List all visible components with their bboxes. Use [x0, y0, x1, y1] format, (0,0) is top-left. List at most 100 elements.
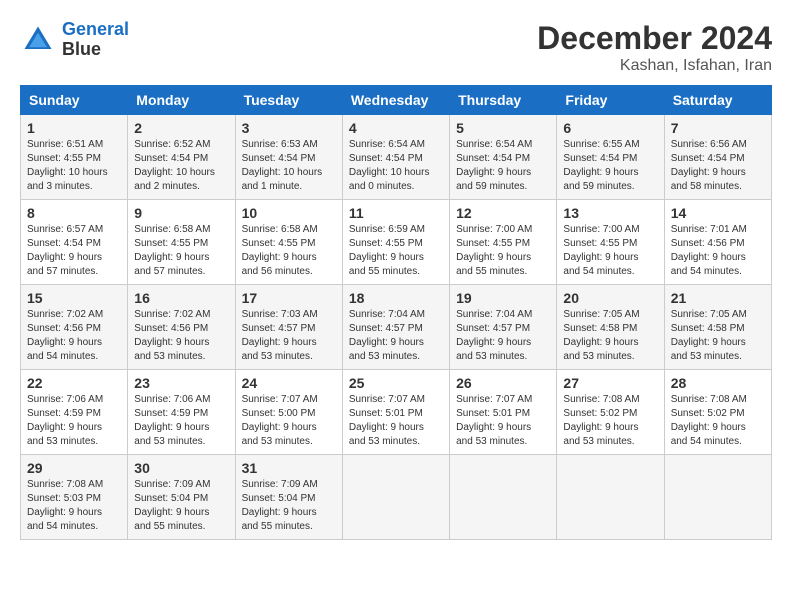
- day-info: Sunrise: 7:02 AM Sunset: 4:56 PM Dayligh…: [27, 308, 121, 364]
- day-info: Sunrise: 7:08 AM Sunset: 5:03 PM Dayligh…: [27, 478, 121, 534]
- table-row: 11 Sunrise: 6:59 AM Sunset: 4:55 PM Dayl…: [342, 200, 449, 285]
- day-info: Sunrise: 7:08 AM Sunset: 5:02 PM Dayligh…: [671, 393, 765, 449]
- logo-line2: Blue: [62, 40, 129, 60]
- empty-cell: [342, 455, 449, 540]
- week-row: 29 Sunrise: 7:08 AM Sunset: 5:03 PM Dayl…: [21, 455, 772, 540]
- day-info: Sunrise: 6:58 AM Sunset: 4:55 PM Dayligh…: [134, 223, 228, 279]
- table-row: 30 Sunrise: 7:09 AM Sunset: 5:04 PM Dayl…: [128, 455, 235, 540]
- day-number: 1: [27, 120, 121, 136]
- table-row: 10 Sunrise: 6:58 AM Sunset: 4:55 PM Dayl…: [235, 200, 342, 285]
- header-row: Sunday Monday Tuesday Wednesday Thursday…: [21, 86, 772, 115]
- empty-cell: [450, 455, 557, 540]
- calendar-subtitle: Kashan, Isfahan, Iran: [537, 57, 772, 75]
- day-number: 10: [242, 205, 336, 221]
- day-number: 8: [27, 205, 121, 221]
- table-row: 25 Sunrise: 7:07 AM Sunset: 5:01 PM Dayl…: [342, 370, 449, 455]
- day-number: 6: [563, 120, 657, 136]
- day-number: 15: [27, 290, 121, 306]
- day-number: 16: [134, 290, 228, 306]
- col-saturday: Saturday: [664, 86, 771, 115]
- title-block: December 2024 Kashan, Isfahan, Iran: [537, 20, 772, 75]
- day-info: Sunrise: 6:53 AM Sunset: 4:54 PM Dayligh…: [242, 138, 336, 194]
- day-number: 14: [671, 205, 765, 221]
- day-info: Sunrise: 6:54 AM Sunset: 4:54 PM Dayligh…: [349, 138, 443, 194]
- day-number: 17: [242, 290, 336, 306]
- logo-icon: [20, 22, 56, 58]
- day-number: 20: [563, 290, 657, 306]
- table-row: 5 Sunrise: 6:54 AM Sunset: 4:54 PM Dayli…: [450, 115, 557, 200]
- day-number: 13: [563, 205, 657, 221]
- table-row: 12 Sunrise: 7:00 AM Sunset: 4:55 PM Dayl…: [450, 200, 557, 285]
- day-info: Sunrise: 6:58 AM Sunset: 4:55 PM Dayligh…: [242, 223, 336, 279]
- table-row: 22 Sunrise: 7:06 AM Sunset: 4:59 PM Dayl…: [21, 370, 128, 455]
- day-info: Sunrise: 7:09 AM Sunset: 5:04 PM Dayligh…: [134, 478, 228, 534]
- day-info: Sunrise: 7:04 AM Sunset: 4:57 PM Dayligh…: [349, 308, 443, 364]
- day-number: 30: [134, 460, 228, 476]
- day-number: 25: [349, 375, 443, 391]
- logo: General Blue: [20, 20, 129, 60]
- table-row: 19 Sunrise: 7:04 AM Sunset: 4:57 PM Dayl…: [450, 285, 557, 370]
- day-number: 18: [349, 290, 443, 306]
- day-info: Sunrise: 7:06 AM Sunset: 4:59 PM Dayligh…: [27, 393, 121, 449]
- table-row: 16 Sunrise: 7:02 AM Sunset: 4:56 PM Dayl…: [128, 285, 235, 370]
- day-number: 31: [242, 460, 336, 476]
- col-tuesday: Tuesday: [235, 86, 342, 115]
- day-number: 12: [456, 205, 550, 221]
- day-number: 21: [671, 290, 765, 306]
- table-row: 29 Sunrise: 7:08 AM Sunset: 5:03 PM Dayl…: [21, 455, 128, 540]
- empty-cell: [664, 455, 771, 540]
- day-info: Sunrise: 7:05 AM Sunset: 4:58 PM Dayligh…: [671, 308, 765, 364]
- day-info: Sunrise: 6:51 AM Sunset: 4:55 PM Dayligh…: [27, 138, 121, 194]
- week-row: 15 Sunrise: 7:02 AM Sunset: 4:56 PM Dayl…: [21, 285, 772, 370]
- day-number: 28: [671, 375, 765, 391]
- page-header: General Blue December 2024 Kashan, Isfah…: [20, 20, 772, 75]
- day-info: Sunrise: 7:00 AM Sunset: 4:55 PM Dayligh…: [563, 223, 657, 279]
- day-info: Sunrise: 7:08 AM Sunset: 5:02 PM Dayligh…: [563, 393, 657, 449]
- week-row: 1 Sunrise: 6:51 AM Sunset: 4:55 PM Dayli…: [21, 115, 772, 200]
- day-number: 27: [563, 375, 657, 391]
- day-info: Sunrise: 6:56 AM Sunset: 4:54 PM Dayligh…: [671, 138, 765, 194]
- week-row: 22 Sunrise: 7:06 AM Sunset: 4:59 PM Dayl…: [21, 370, 772, 455]
- day-number: 9: [134, 205, 228, 221]
- col-thursday: Thursday: [450, 86, 557, 115]
- day-number: 24: [242, 375, 336, 391]
- day-info: Sunrise: 7:06 AM Sunset: 4:59 PM Dayligh…: [134, 393, 228, 449]
- table-row: 8 Sunrise: 6:57 AM Sunset: 4:54 PM Dayli…: [21, 200, 128, 285]
- day-number: 22: [27, 375, 121, 391]
- logo-text: General Blue: [62, 20, 129, 60]
- calendar-title: December 2024: [537, 20, 772, 57]
- day-info: Sunrise: 7:05 AM Sunset: 4:58 PM Dayligh…: [563, 308, 657, 364]
- empty-cell: [557, 455, 664, 540]
- table-row: 18 Sunrise: 7:04 AM Sunset: 4:57 PM Dayl…: [342, 285, 449, 370]
- table-row: 15 Sunrise: 7:02 AM Sunset: 4:56 PM Dayl…: [21, 285, 128, 370]
- day-info: Sunrise: 7:07 AM Sunset: 5:00 PM Dayligh…: [242, 393, 336, 449]
- day-number: 11: [349, 205, 443, 221]
- day-info: Sunrise: 6:52 AM Sunset: 4:54 PM Dayligh…: [134, 138, 228, 194]
- col-sunday: Sunday: [21, 86, 128, 115]
- day-number: 29: [27, 460, 121, 476]
- day-info: Sunrise: 6:59 AM Sunset: 4:55 PM Dayligh…: [349, 223, 443, 279]
- table-row: 2 Sunrise: 6:52 AM Sunset: 4:54 PM Dayli…: [128, 115, 235, 200]
- day-number: 19: [456, 290, 550, 306]
- day-info: Sunrise: 6:57 AM Sunset: 4:54 PM Dayligh…: [27, 223, 121, 279]
- table-row: 26 Sunrise: 7:07 AM Sunset: 5:01 PM Dayl…: [450, 370, 557, 455]
- week-row: 8 Sunrise: 6:57 AM Sunset: 4:54 PM Dayli…: [21, 200, 772, 285]
- day-number: 26: [456, 375, 550, 391]
- logo-line1: General: [62, 19, 129, 39]
- table-row: 7 Sunrise: 6:56 AM Sunset: 4:54 PM Dayli…: [664, 115, 771, 200]
- day-info: Sunrise: 7:03 AM Sunset: 4:57 PM Dayligh…: [242, 308, 336, 364]
- day-number: 2: [134, 120, 228, 136]
- table-row: 13 Sunrise: 7:00 AM Sunset: 4:55 PM Dayl…: [557, 200, 664, 285]
- day-info: Sunrise: 6:55 AM Sunset: 4:54 PM Dayligh…: [563, 138, 657, 194]
- table-row: 28 Sunrise: 7:08 AM Sunset: 5:02 PM Dayl…: [664, 370, 771, 455]
- day-number: 3: [242, 120, 336, 136]
- day-info: Sunrise: 7:01 AM Sunset: 4:56 PM Dayligh…: [671, 223, 765, 279]
- table-row: 21 Sunrise: 7:05 AM Sunset: 4:58 PM Dayl…: [664, 285, 771, 370]
- day-info: Sunrise: 7:04 AM Sunset: 4:57 PM Dayligh…: [456, 308, 550, 364]
- day-number: 5: [456, 120, 550, 136]
- day-info: Sunrise: 6:54 AM Sunset: 4:54 PM Dayligh…: [456, 138, 550, 194]
- day-number: 23: [134, 375, 228, 391]
- table-row: 4 Sunrise: 6:54 AM Sunset: 4:54 PM Dayli…: [342, 115, 449, 200]
- table-row: 17 Sunrise: 7:03 AM Sunset: 4:57 PM Dayl…: [235, 285, 342, 370]
- day-info: Sunrise: 7:07 AM Sunset: 5:01 PM Dayligh…: [349, 393, 443, 449]
